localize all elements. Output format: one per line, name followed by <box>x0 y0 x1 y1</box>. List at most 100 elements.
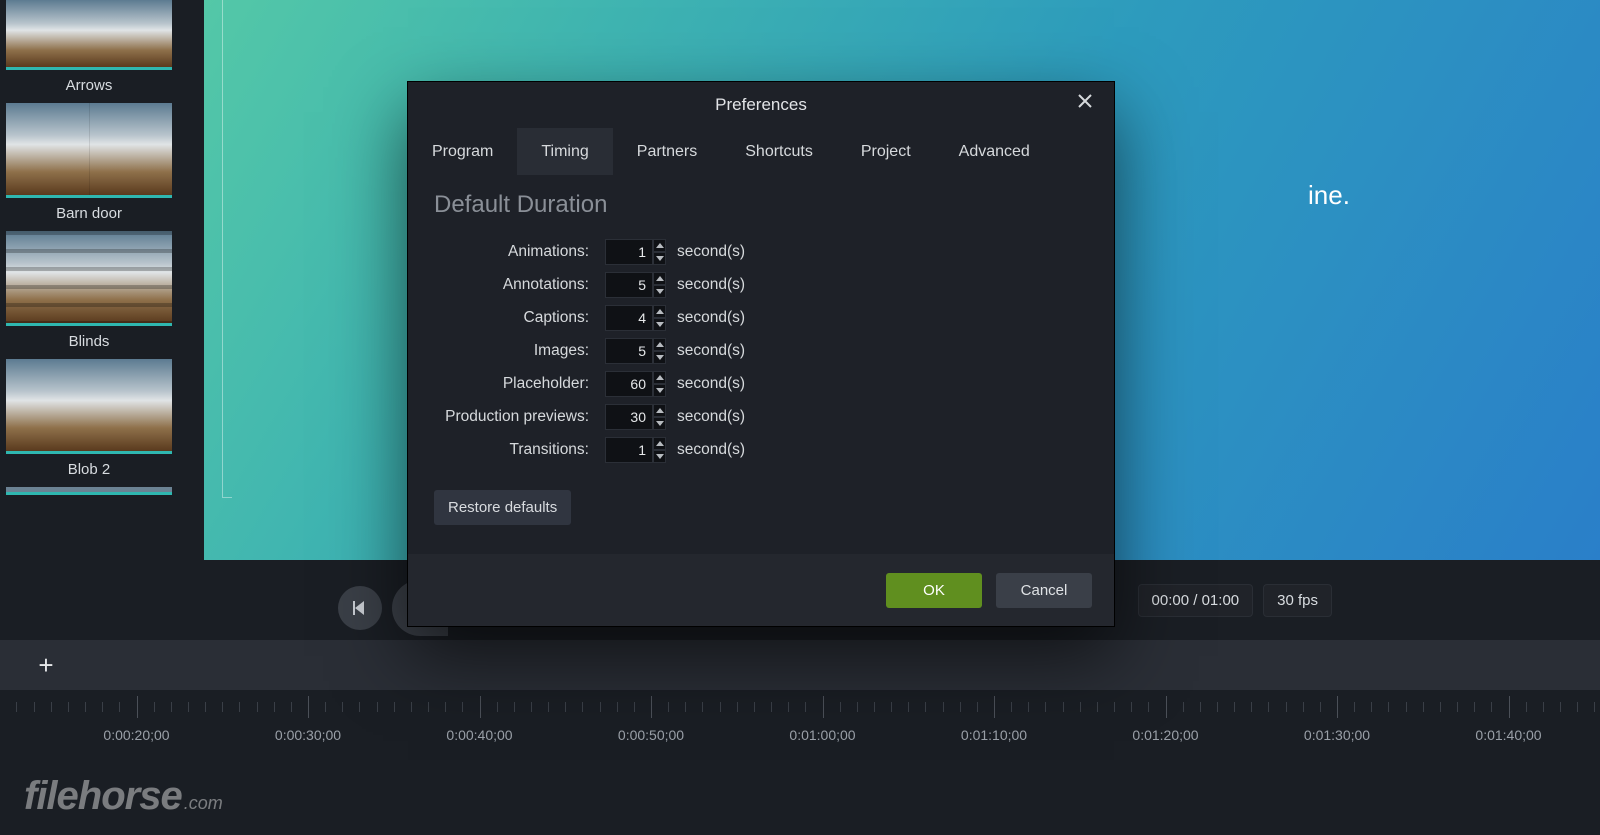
ruler-tick-minor <box>1097 702 1098 712</box>
timeline-ruler[interactable] <box>0 690 1600 726</box>
ruler-tick-minor <box>1526 702 1527 712</box>
ruler-tick-minor <box>342 702 343 712</box>
ruler-tick-minor <box>1200 702 1201 712</box>
add-track-button[interactable]: + <box>31 650 61 680</box>
ruler-tick-minor <box>874 702 875 712</box>
spin-up-button[interactable] <box>653 404 666 417</box>
spin-up-button[interactable] <box>653 371 666 384</box>
chevron-down-icon <box>656 355 664 360</box>
ruler-tick-minor <box>411 702 412 712</box>
ruler-label: 0:00:30;00 <box>275 727 341 743</box>
ruler-tick-minor <box>16 702 17 712</box>
tab-project[interactable]: Project <box>837 128 935 175</box>
spin-up-button[interactable] <box>653 239 666 252</box>
transition-label: Arrows <box>6 70 172 103</box>
transition-item-next-sliver[interactable] <box>6 487 172 495</box>
ruler-tick-minor <box>497 702 498 712</box>
spin-down-button[interactable] <box>653 318 666 331</box>
dialog-footer: OK Cancel <box>408 554 1114 626</box>
ruler-label: 0:00:40;00 <box>446 727 512 743</box>
tab-shortcuts[interactable]: Shortcuts <box>721 128 837 175</box>
ruler-tick-minor <box>1028 702 1029 712</box>
tab-timing[interactable]: Timing <box>517 128 612 175</box>
ruler-tick-major <box>994 696 995 718</box>
tab-partners[interactable]: Partners <box>613 128 721 175</box>
ruler-tick-minor <box>188 702 189 712</box>
transition-thumb <box>6 231 172 326</box>
spin-up-button[interactable] <box>653 272 666 285</box>
dialog-close-button[interactable] <box>1076 92 1102 118</box>
spin-down-button[interactable] <box>653 351 666 364</box>
field-row: Placeholder:second(s) <box>434 367 1088 400</box>
unit-label: second(s) <box>677 375 745 393</box>
ruler-tick-minor <box>462 702 463 712</box>
restore-defaults-button[interactable]: Restore defaults <box>434 490 571 525</box>
transition-label: Blinds <box>6 326 172 359</box>
ruler-tick-minor <box>445 702 446 712</box>
ruler-tick-minor <box>154 702 155 712</box>
ruler-tick-minor <box>925 702 926 712</box>
transition-item-barndoor[interactable]: Barn door <box>6 103 172 231</box>
unit-label: second(s) <box>677 342 745 360</box>
ruler-tick-minor <box>805 702 806 712</box>
ruler-tick-minor <box>1011 702 1012 712</box>
spin-down-button[interactable] <box>653 417 666 430</box>
spin-up-button[interactable] <box>653 437 666 450</box>
transition-thumb <box>6 359 172 454</box>
step-back-button[interactable] <box>338 586 382 630</box>
ruler-tick-minor <box>548 702 549 712</box>
ruler-tick-minor <box>668 702 669 712</box>
ruler-tick-minor <box>1543 702 1544 712</box>
spin-up-button[interactable] <box>653 338 666 351</box>
ruler-tick-major <box>1509 696 1510 718</box>
unit-label: second(s) <box>677 243 745 261</box>
cancel-button[interactable]: Cancel <box>996 573 1092 608</box>
duration-input[interactable] <box>605 305 653 331</box>
field-row: Captions:second(s) <box>434 301 1088 334</box>
close-icon <box>1076 92 1094 110</box>
ok-button[interactable]: OK <box>886 573 982 608</box>
ruler-tick-minor <box>1183 702 1184 712</box>
tab-program[interactable]: Program <box>408 128 517 175</box>
spin-down-button[interactable] <box>653 450 666 463</box>
unit-label: second(s) <box>677 408 745 426</box>
field-label: Production previews: <box>434 408 599 426</box>
fps-chip[interactable]: 30 fps <box>1263 584 1332 617</box>
duration-input[interactable] <box>605 338 653 364</box>
ruler-tick-minor <box>685 702 686 712</box>
transition-item-arrows[interactable]: Arrows <box>6 0 172 103</box>
transition-item-blinds[interactable]: Blinds <box>6 231 172 359</box>
ruler-tick-minor <box>1131 702 1132 712</box>
ruler-tick-minor <box>634 702 635 712</box>
spin-down-button[interactable] <box>653 285 666 298</box>
duration-input[interactable] <box>605 404 653 430</box>
duration-input[interactable] <box>605 272 653 298</box>
transition-label: Blob 2 <box>6 454 172 487</box>
ruler-tick-minor <box>222 702 223 712</box>
spin-down-button[interactable] <box>653 252 666 265</box>
duration-input[interactable] <box>605 371 653 397</box>
transition-item-blob2[interactable]: Blob 2 <box>6 359 172 487</box>
ruler-label: 0:01:30;00 <box>1304 727 1370 743</box>
watermark: filehorse.com <box>24 774 223 819</box>
ruler-tick-minor <box>394 702 395 712</box>
spin-up-button[interactable] <box>653 305 666 318</box>
ruler-tick-minor <box>325 702 326 712</box>
duration-input[interactable] <box>605 437 653 463</box>
tab-advanced[interactable]: Advanced <box>935 128 1054 175</box>
ruler-tick-minor <box>1423 702 1424 712</box>
ruler-tick-minor <box>1303 702 1304 712</box>
spin-down-button[interactable] <box>653 384 666 397</box>
field-row: Annotations:second(s) <box>434 268 1088 301</box>
field-row: Animations: second(s) <box>434 235 1088 268</box>
ruler-tick-minor <box>1045 702 1046 712</box>
time-position-chip[interactable]: 00:00 / 01:00 <box>1138 584 1254 617</box>
ruler-tick-major <box>1166 696 1167 718</box>
spinbox <box>605 404 665 430</box>
spinbox <box>605 437 665 463</box>
watermark-suffix: .com <box>184 793 223 813</box>
field-label: Animations: <box>434 243 599 261</box>
app-root: ine. Arrows Barn door Blinds Blob 2 00:0… <box>0 0 1600 835</box>
dialog-body: Default Duration Animations:second(s)Ann… <box>408 175 1114 545</box>
duration-input[interactable] <box>605 239 653 265</box>
